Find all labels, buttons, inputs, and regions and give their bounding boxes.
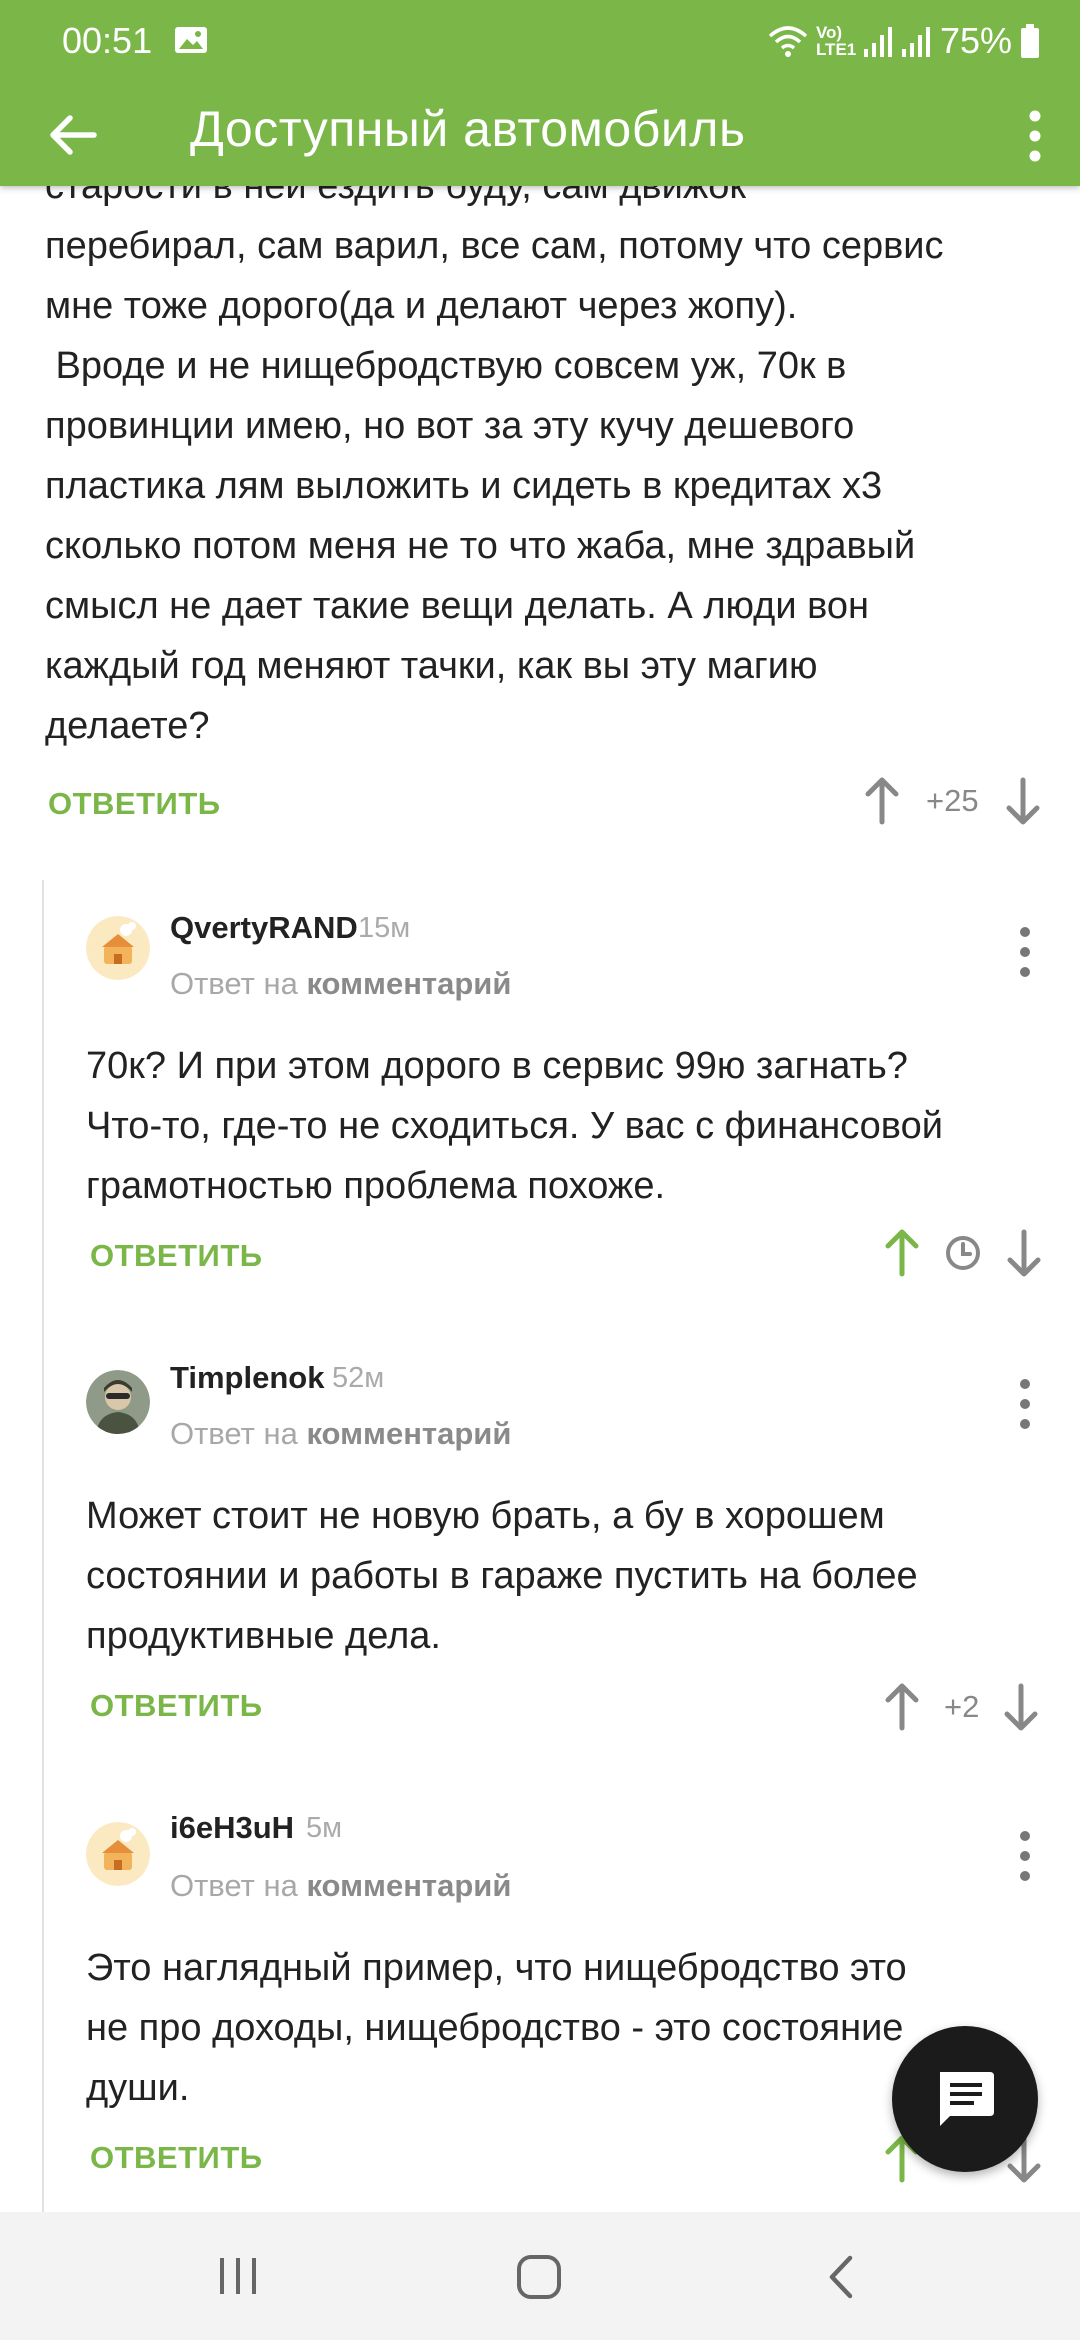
comment-time: 52м <box>332 1362 385 1394</box>
vote-controls: +25 <box>862 776 1043 826</box>
text-line: мне тоже дорого(да и делают через жопу). <box>45 285 798 327</box>
arrow-up-icon[interactable] <box>862 776 902 826</box>
app-bar: Доступный автомобиль <box>0 84 1080 186</box>
more-vertical-icon[interactable] <box>1015 1830 1035 1882</box>
reply-to-link[interactable]: комментарий <box>306 966 511 1001</box>
text-line: делаете? <box>45 705 210 747</box>
nav-back-icon[interactable] <box>822 2254 862 2300</box>
text-line: Может стоит не новую брать, а бу в хорош… <box>86 1495 885 1537</box>
top-bar: 00:51 Vo) LTE1 75% Доступный автомобиль <box>0 0 1080 186</box>
home-icon[interactable] <box>516 2254 562 2300</box>
text-line: провинции имею, но вот за эту кучу дешев… <box>45 405 855 447</box>
parent-comment-text: старости в ней ездить буду, сам движок п… <box>45 156 1055 756</box>
system-nav-bar <box>0 2212 1080 2340</box>
text-line: состоянии и работы в гараже пустить на б… <box>86 1555 918 1597</box>
clock-icon <box>946 1236 980 1270</box>
arrow-down-icon[interactable] <box>1003 776 1043 826</box>
arrow-down-icon[interactable] <box>1004 1228 1044 1278</box>
vote-controls: +2 <box>882 1682 1041 1732</box>
recent-apps-icon[interactable] <box>216 2254 260 2298</box>
reply-to-line: Ответ на комментарий <box>170 1868 511 1904</box>
comment-text: 70к? И при этом дорого в сервис 99ю загн… <box>86 1036 1046 1216</box>
reply-to-line: Ответ на комментарий <box>170 1416 511 1452</box>
reply-to-link[interactable]: комментарий <box>306 1868 511 1903</box>
comment-time: 5м <box>306 1812 343 1844</box>
reply-to-prefix: Ответ на <box>170 1416 298 1451</box>
text-line: грамотностью проблема похоже. <box>86 1165 666 1207</box>
comment-time: 15м <box>358 912 411 944</box>
signal-icon <box>863 27 892 57</box>
comments-feed[interactable]: старости в ней ездить буду, сам движок п… <box>0 0 1080 2212</box>
text-line: не про доходы, нищебродство - это состоя… <box>86 2007 904 2049</box>
vote-controls <box>882 1228 1044 1278</box>
image-notification-icon <box>175 27 207 53</box>
status-bar: 00:51 Vo) LTE1 75% <box>0 0 1080 84</box>
vote-score: +2 <box>944 1689 980 1724</box>
reply-button[interactable]: ОТВЕТИТЬ <box>48 786 221 822</box>
text-line: продуктивные дела. <box>86 1615 441 1657</box>
more-vertical-icon[interactable] <box>1015 926 1035 978</box>
text-line: смысл не дает такие вещи делать. А люди … <box>45 585 869 627</box>
arrow-up-icon[interactable] <box>882 1682 922 1732</box>
avatar[interactable] <box>86 1370 150 1434</box>
text-line: пластика лям выложить и сидеть в кредита… <box>45 465 883 507</box>
network-type: Vo) LTE1 <box>815 23 857 59</box>
comment-author[interactable]: Timplenok <box>170 1360 324 1396</box>
comment-author[interactable]: i6eH3uH <box>170 1810 294 1846</box>
arrow-left-icon[interactable] <box>48 110 98 160</box>
comment-text: Может стоит не новую брать, а бу в хорош… <box>86 1486 1046 1666</box>
text-line: 70к? И при этом дорого в сервис 99ю загн… <box>86 1045 908 1087</box>
arrow-down-icon[interactable] <box>1001 1682 1041 1732</box>
text-line: перебирал, сам варил, все сам, потому чт… <box>45 225 944 267</box>
text-line: Вроде и не нищебродствую совсем уж, 70к … <box>45 345 847 387</box>
reply-button[interactable]: ОТВЕТИТЬ <box>90 2140 263 2176</box>
status-right: Vo) LTE1 75% <box>768 20 1040 62</box>
signal-icon <box>901 27 930 57</box>
status-time: 00:51 <box>62 20 153 61</box>
text-line: Это наглядный пример, что нищебродство э… <box>86 1947 907 1989</box>
wifi-icon <box>768 26 808 57</box>
text-line: Что-то, где-то не сходиться. У вас с фин… <box>86 1105 943 1147</box>
reply-button[interactable]: ОТВЕТИТЬ <box>90 1688 263 1724</box>
thread-line <box>42 880 44 2212</box>
reply-to-line: Ответ на комментарий <box>170 966 511 1002</box>
more-vertical-icon[interactable] <box>1020 108 1050 164</box>
avatar[interactable] <box>86 1822 150 1886</box>
chat-icon <box>940 2072 994 2126</box>
add-comment-button[interactable] <box>892 2026 1038 2172</box>
reply-to-link[interactable]: комментарий <box>306 1416 511 1451</box>
text-line: сколько потом меня не то что жаба, мне з… <box>45 525 916 567</box>
page-title: Доступный автомобиль <box>190 101 746 157</box>
reply-to-prefix: Ответ на <box>170 966 298 1001</box>
avatar[interactable] <box>86 916 150 980</box>
text-line: каждый год меняют тачки, как вы эту маги… <box>45 645 818 687</box>
more-vertical-icon[interactable] <box>1015 1378 1035 1430</box>
comment-author[interactable]: QvertyRAND <box>170 910 358 946</box>
arrow-up-icon[interactable] <box>882 1228 922 1278</box>
vote-score: +25 <box>926 783 979 818</box>
reply-to-prefix: Ответ на <box>170 1868 298 1903</box>
battery-percent: 75% <box>939 20 1012 61</box>
battery-icon <box>1021 24 1039 58</box>
reply-button[interactable]: ОТВЕТИТЬ <box>90 1238 263 1274</box>
